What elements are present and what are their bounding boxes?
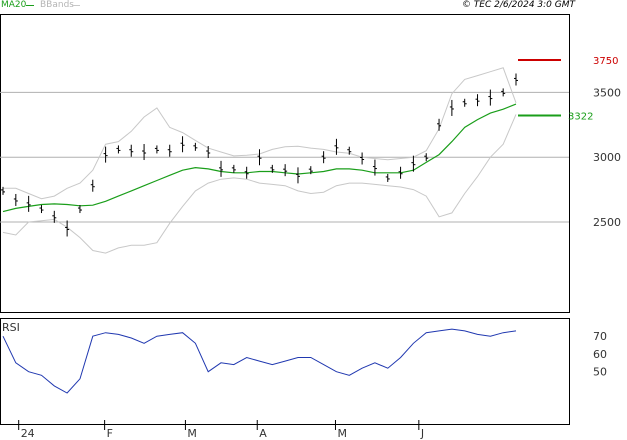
- price-panel-frame: [0, 14, 570, 313]
- x-tick-label: J: [420, 427, 424, 440]
- stock-chart: 2500 3000 3500 24 F M A M J 3750 3322 RSI 50 60 70: [0, 14, 621, 440]
- rsi-y-tick-label: 70: [593, 330, 607, 343]
- x-tick-label: M: [187, 427, 197, 440]
- rsi-panel-label: RSI: [2, 321, 20, 334]
- x-tick-label: F: [107, 427, 113, 440]
- x-tick-label: 24: [21, 427, 35, 440]
- rsi-y-tick-label: 60: [593, 348, 607, 361]
- price-y-tick-label: 3000: [593, 151, 621, 164]
- support-level-label: 3322: [568, 111, 593, 122]
- price-y-tick-label: 3500: [593, 86, 621, 99]
- x-tick-label: A: [259, 427, 267, 440]
- rsi-y-tick-label: 50: [593, 366, 607, 379]
- x-tick-label: M: [337, 427, 347, 440]
- resistance-level-label: 3750: [593, 56, 618, 67]
- price-y-tick-label: 2500: [593, 216, 621, 229]
- rsi-panel-frame: [0, 318, 570, 425]
